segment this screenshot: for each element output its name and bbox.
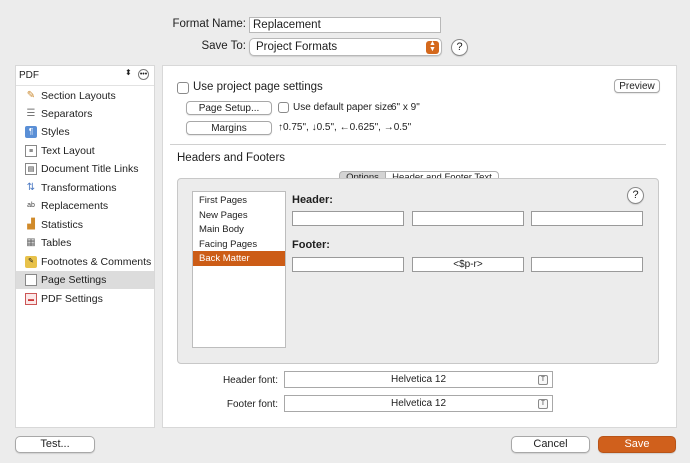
sidebar-item-document-title-links[interactable]: ▤ Document Title Links (16, 160, 154, 178)
sidebar: PDF ⬍ ••• ✎ Section Layouts ☰ Separators… (15, 65, 155, 428)
test-button[interactable]: Test... (15, 436, 95, 453)
replacements-icon: ab (27, 202, 35, 209)
page-settings-icon (25, 274, 37, 286)
list-item[interactable]: New Pages (193, 208, 285, 223)
save-to-value: Project Formats (256, 41, 338, 53)
list-item[interactable]: First Pages (193, 193, 285, 208)
margins-button[interactable]: Margins (186, 121, 272, 135)
footer-font-value: Helvetica 12 (390, 398, 447, 409)
list-item[interactable]: Main Body (193, 222, 285, 237)
sidebar-item-label: Footnotes & Comments (41, 256, 152, 268)
save-button[interactable]: Save (598, 436, 676, 453)
save-to-label: Save To: (201, 40, 246, 52)
footer-font-label: Footer font: (226, 399, 278, 410)
tables-icon: ▦ (26, 237, 36, 248)
sidebar-item-separators[interactable]: ☰ Separators (16, 105, 154, 123)
divider (170, 144, 666, 145)
help-button[interactable]: ? (451, 39, 468, 56)
cancel-button[interactable]: Cancel (511, 436, 590, 453)
separator-icon: ☰ (26, 108, 36, 119)
chevron-updown-icon: ▲ ▼ (426, 40, 439, 54)
preview-button[interactable]: Preview (614, 79, 660, 93)
header-center-field[interactable] (412, 211, 524, 226)
transform-icon: ⇅ (26, 182, 36, 193)
paper-size-value: 6" x 9" (391, 102, 420, 113)
sidebar-item-replacements[interactable]: ab Replacements (16, 197, 154, 215)
header-right-field[interactable] (531, 211, 643, 226)
footer-font-field[interactable]: Helvetica 12 T (284, 395, 553, 412)
sidebar-format-selector[interactable]: PDF ⬍ ••• (16, 66, 154, 86)
sidebar-item-label: Styles (41, 126, 70, 138)
sidebar-item-pdf-settings[interactable]: ▬ PDF Settings (16, 290, 154, 308)
header-font-field[interactable]: Helvetica 12 T (284, 371, 553, 388)
font-picker-icon[interactable]: T (538, 399, 548, 409)
text-layout-icon: ≡ (25, 145, 37, 157)
statistics-icon: ▟ (27, 219, 35, 230)
footer-center-field[interactable]: <$p-r> (412, 257, 524, 272)
header-label: Header: (292, 194, 333, 206)
font-picker-icon[interactable]: T (538, 375, 548, 385)
sidebar-item-label: Replacements (41, 200, 109, 212)
use-default-paper-label: Use default paper size (293, 102, 393, 113)
page-setup-button[interactable]: Page Setup... (186, 101, 272, 115)
sidebar-item-section-layouts[interactable]: ✎ Section Layouts (16, 87, 154, 105)
header-font-value: Helvetica 12 (390, 374, 447, 385)
use-project-page-settings-checkbox[interactable] (177, 82, 189, 94)
page-type-list: First Pages New Pages Main Body Facing P… (192, 191, 286, 348)
header-font-label: Header font: (222, 375, 278, 386)
sidebar-item-label: Document Title Links (41, 163, 139, 175)
margins-value: ↑0.75", ↓0.5", ←0.625", →0.5" (278, 122, 412, 133)
format-name-label: Format Name: (172, 18, 247, 30)
sidebar-item-label: Statistics (41, 219, 84, 231)
list-item[interactable]: Facing Pages (193, 237, 285, 252)
styles-icon: ¶ (25, 126, 37, 138)
sidebar-item-statistics[interactable]: ▟ Statistics (16, 216, 154, 234)
footer-left-field[interactable] (292, 257, 404, 272)
save-to-popup[interactable]: Project Formats ▲ ▼ (249, 38, 442, 56)
sidebar-item-label: Text Layout (41, 145, 95, 157)
header-left-field[interactable] (292, 211, 404, 226)
brush-icon: ✎ (26, 90, 36, 101)
sidebar-item-label: Tables (41, 237, 72, 249)
format-name-input[interactable]: Replacement (249, 17, 441, 33)
list-item[interactable]: Back Matter (193, 251, 285, 266)
format-selector-value: PDF (19, 70, 39, 81)
sidebar-item-tables[interactable]: ▦ Tables (16, 234, 154, 252)
more-icon[interactable]: ••• (138, 69, 149, 80)
sidebar-item-label: Page Settings (41, 274, 107, 286)
footer-right-field[interactable] (531, 257, 643, 272)
sidebar-item-footnotes-comments[interactable]: ✎ Footnotes & Comments (16, 253, 154, 271)
chevron-updown-icon: ⬍ (125, 68, 132, 77)
footnotes-icon: ✎ (25, 256, 37, 268)
headers-footers-title: Headers and Footers (177, 152, 286, 164)
pdf-settings-icon: ▬ (25, 293, 37, 305)
sidebar-item-label: Section Layouts (41, 90, 116, 102)
sidebar-item-label: Separators (41, 108, 93, 120)
sidebar-item-text-layout[interactable]: ≡ Text Layout (16, 142, 154, 160)
sidebar-item-styles[interactable]: ¶ Styles (16, 123, 154, 141)
use-default-paper-checkbox[interactable] (278, 102, 289, 113)
sidebar-item-label: PDF Settings (41, 293, 103, 305)
sidebar-item-transformations[interactable]: ⇅ Transformations (16, 179, 154, 197)
hf-help-button[interactable]: ? (627, 187, 644, 204)
sidebar-item-page-settings[interactable]: Page Settings (16, 271, 154, 289)
use-project-page-settings-label: Use project page settings (193, 81, 323, 93)
document-links-icon: ▤ (25, 163, 37, 175)
footer-label: Footer: (292, 239, 330, 251)
sidebar-item-label: Transformations (41, 182, 117, 194)
